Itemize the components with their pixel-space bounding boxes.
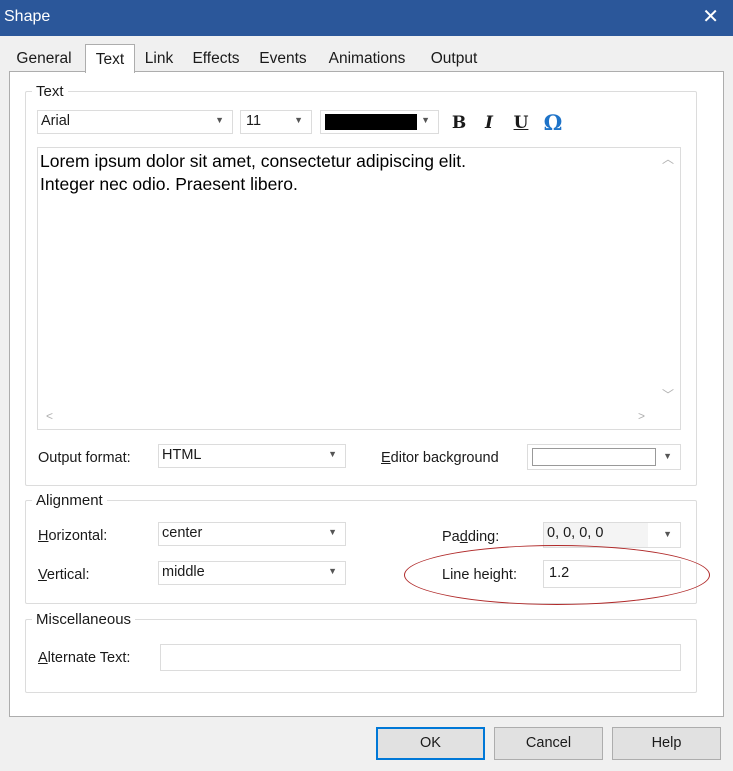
- scroll-right-icon[interactable]: >: [638, 409, 645, 423]
- output-format-label: Output format:: [38, 450, 131, 466]
- chevron-down-icon: ▼: [328, 566, 337, 576]
- chevron-down-icon: ▼: [663, 529, 672, 539]
- chevron-down-icon: ▼: [215, 115, 224, 125]
- padding-value: 0, 0, 0, 0: [547, 525, 604, 541]
- vertical-scrollbar[interactable]: ︿ ﹀: [656, 148, 680, 407]
- alternate-text-input[interactable]: [160, 644, 681, 671]
- line-height-value: 1.2: [549, 565, 570, 581]
- tab-animations[interactable]: Animations: [323, 46, 411, 72]
- output-format-select[interactable]: HTML ▼: [158, 444, 346, 468]
- bold-button[interactable]: B: [448, 113, 470, 135]
- italic-button[interactable]: I: [478, 113, 500, 135]
- output-format-value: HTML: [162, 447, 202, 463]
- horizontal-align-value: center: [162, 525, 203, 541]
- chevron-down-icon: ▼: [294, 115, 303, 125]
- close-icon[interactable]: ✕: [702, 5, 719, 29]
- ok-button[interactable]: OK: [376, 727, 485, 760]
- padding-select[interactable]: 0, 0, 0, 0 ▼: [543, 522, 681, 548]
- editor-background-picker[interactable]: ▼: [527, 444, 681, 470]
- chevron-down-icon: ▼: [328, 527, 337, 537]
- color-swatch: [325, 114, 417, 130]
- misc-group-legend: Miscellaneous: [36, 611, 132, 628]
- omega-icon[interactable]: Ω: [542, 110, 564, 135]
- editor-line: Integer nec odio. Praesent libero.: [40, 174, 298, 194]
- text-group-legend: Text: [36, 83, 64, 100]
- padding-label: Padding:: [442, 529, 500, 545]
- tab-events[interactable]: Events: [256, 46, 310, 72]
- tab-text[interactable]: Text: [85, 44, 135, 73]
- tab-general[interactable]: General: [10, 46, 78, 72]
- font-size-value: 11: [246, 113, 262, 129]
- tab-output[interactable]: Output: [426, 46, 482, 72]
- window-title: Shape: [4, 8, 51, 25]
- line-height-label: Line height:: [442, 567, 517, 583]
- chevron-down-icon: ▼: [328, 449, 337, 459]
- chevron-down-icon: ▼: [421, 115, 430, 125]
- help-button[interactable]: Help: [612, 727, 721, 760]
- scroll-up-icon[interactable]: ︿: [662, 150, 674, 167]
- line-height-input[interactable]: 1.2: [543, 560, 681, 588]
- scroll-left-icon[interactable]: <: [46, 409, 53, 423]
- title-bar: Shape ✕: [0, 0, 733, 36]
- text-editor[interactable]: Lorem ipsum dolor sit amet, consectetur …: [37, 147, 681, 430]
- vertical-label: Vertical:: [38, 567, 90, 583]
- scroll-down-icon[interactable]: ﹀: [662, 386, 674, 403]
- font-size-select[interactable]: 11 ▼: [240, 110, 312, 134]
- editor-background-label: Editor background: [381, 450, 499, 466]
- editor-content[interactable]: Lorem ipsum dolor sit amet, consectetur …: [40, 150, 650, 196]
- font-color-picker[interactable]: ▼: [320, 110, 439, 134]
- background-swatch: [532, 448, 656, 466]
- tab-effects[interactable]: Effects: [190, 46, 242, 72]
- vertical-align-select[interactable]: middle ▼: [158, 561, 346, 585]
- vertical-align-value: middle: [162, 564, 205, 580]
- tab-link[interactable]: Link: [142, 46, 176, 72]
- horizontal-align-select[interactable]: center ▼: [158, 522, 346, 546]
- font-family-value: Arial: [41, 113, 71, 129]
- underline-button[interactable]: U: [510, 113, 532, 135]
- horizontal-label: Horizontal:: [38, 528, 108, 544]
- alternate-text-label: Alternate Text:: [38, 650, 131, 666]
- font-family-select[interactable]: Arial ▼: [37, 110, 233, 134]
- editor-line: Lorem ipsum dolor sit amet, consectetur …: [40, 151, 467, 171]
- chevron-down-icon: ▼: [663, 451, 672, 461]
- horizontal-scrollbar[interactable]: < >: [38, 407, 658, 429]
- alignment-group-legend: Alignment: [36, 492, 103, 509]
- cancel-button[interactable]: Cancel: [494, 727, 603, 760]
